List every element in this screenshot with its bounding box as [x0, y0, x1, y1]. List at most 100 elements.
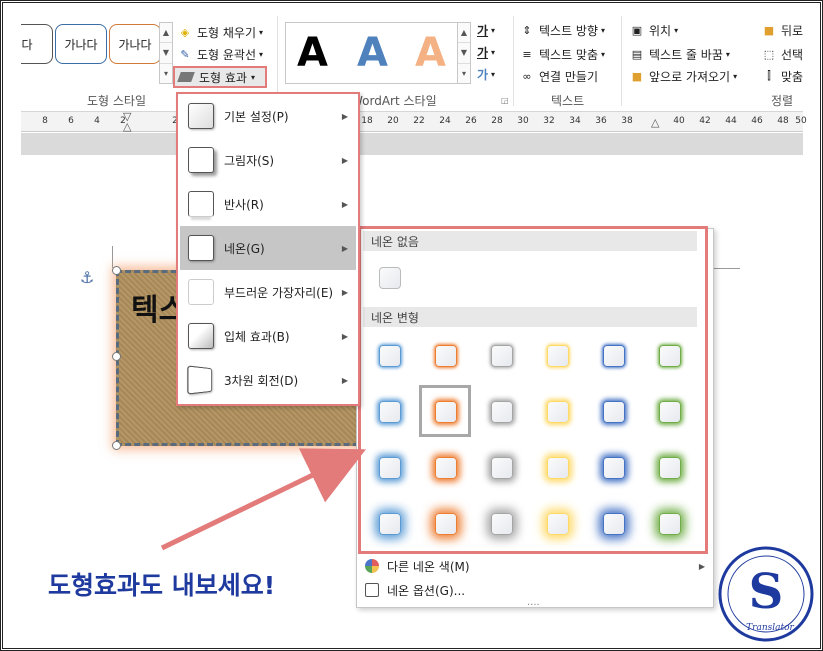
scroll-up-icon[interactable]: ▲: [160, 23, 172, 44]
glow-variation-swatch[interactable]: [659, 457, 681, 479]
glow-variation-swatch[interactable]: [435, 457, 457, 479]
submenu-arrow-icon: ▶: [341, 287, 348, 297]
glow-variation-swatch[interactable]: [547, 401, 569, 423]
menu-item-soft-edges[interactable]: 부드러운 가장자리(E) ▶: [180, 270, 356, 314]
bevel-thumb-icon: [188, 323, 214, 349]
no-glow-swatch[interactable]: [379, 267, 401, 289]
glow-variation-swatch[interactable]: [379, 401, 401, 423]
horizontal-ruler[interactable]: 8 6 4 2 ▽ △ 2 18 20 22 24 26 28 30 32 34 …: [21, 111, 807, 132]
glow-variation-swatch[interactable]: [659, 401, 681, 423]
menu-item-3d-rotation[interactable]: 3차원 회전(D) ▶: [180, 358, 356, 402]
align-text-icon: ≡: [522, 47, 532, 61]
glow-variation-swatch[interactable]: [603, 513, 625, 535]
bring-forward-button[interactable]: ■ 앞으로 가져오기 ▾: [629, 66, 737, 86]
submenu-arrow-icon: ▶: [341, 243, 348, 253]
gallery-expand-icon[interactable]: ▾: [160, 64, 172, 83]
submenu-arrow-icon: ▶: [341, 155, 348, 165]
shape-style-preset[interactable]: 가나다: [109, 24, 161, 64]
submenu-arrow-icon: ▶: [341, 199, 348, 209]
glow-variation-swatch[interactable]: [659, 513, 681, 535]
shape-style-preset[interactable]: 다: [21, 24, 53, 64]
resize-grip[interactable]: ....: [527, 597, 540, 608]
glow-variation-swatch[interactable]: [491, 513, 513, 535]
resize-handle[interactable]: [112, 352, 121, 361]
3d-rotation-thumb-icon: [187, 365, 212, 395]
glow-variation-swatch[interactable]: [491, 457, 513, 479]
text-fill-button[interactable]: 가 ▾: [477, 20, 495, 40]
svg-text:S: S: [749, 564, 784, 620]
selection-icon: ⬚: [763, 47, 775, 61]
right-indent-icon[interactable]: △: [651, 116, 659, 129]
shape-fill-button[interactable]: ◈ 도형 채우기 ▾: [177, 22, 263, 42]
glow-variation-swatch[interactable]: [435, 345, 457, 367]
text-direction-icon: ⇕: [522, 23, 532, 37]
callout-text: 도형효과도 내보세요!: [48, 571, 276, 600]
align-button[interactable]: ⫿ 맞춤: [761, 66, 803, 86]
glow-variation-swatch[interactable]: [603, 401, 625, 423]
gallery-expand-icon[interactable]: ▾: [458, 64, 470, 83]
dialog-launcher-icon[interactable]: ◲: [501, 96, 509, 105]
glow-variation-swatch[interactable]: [435, 513, 457, 535]
menu-item-glow[interactable]: 네온(G) ▶: [180, 226, 356, 270]
scroll-up-icon[interactable]: ▲: [458, 23, 470, 44]
send-backward-button[interactable]: ■ 뒤로: [761, 20, 803, 40]
glow-options-item[interactable]: 네온 옵션(G)...: [365, 579, 465, 601]
text-effects-button[interactable]: 가 ▾: [477, 64, 495, 84]
resize-handle[interactable]: [112, 266, 121, 275]
glow-variations-header: 네온 변형: [363, 307, 697, 327]
soft-edges-thumb-icon: [188, 279, 214, 305]
submenu-arrow-icon: ▶: [341, 375, 348, 385]
menu-item-preset[interactable]: 기본 설정(P) ▶: [180, 94, 356, 138]
selection-pane-button[interactable]: ⬚ 선택: [761, 44, 803, 64]
submenu-arrow-icon: ▶: [341, 331, 348, 341]
more-glow-colors-item[interactable]: 다른 네온 색(M) ▶: [365, 555, 705, 577]
svg-text:Translator: Translator: [746, 623, 794, 633]
glow-variation-swatch[interactable]: [547, 345, 569, 367]
indent-marker-icon[interactable]: ▽ △: [123, 111, 131, 132]
wrap-text-button[interactable]: ▤ 텍스트 줄 바꿈 ▾: [629, 44, 730, 64]
translator-logo: S Translator: [718, 546, 814, 642]
align-text-button[interactable]: ≡ 텍스트 맞춤 ▾: [519, 44, 605, 64]
send-backward-icon: ■: [763, 23, 775, 37]
shape-outline-button[interactable]: ✎ 도형 윤곽선 ▾: [177, 44, 263, 64]
scroll-down-icon[interactable]: ▼: [458, 43, 470, 64]
text-outline-button[interactable]: 가 ▾: [477, 42, 495, 62]
glow-variation-swatch[interactable]: [603, 457, 625, 479]
shape-style-gallery-scroll[interactable]: ▲ ▼ ▾: [159, 22, 173, 84]
shadow-thumb-icon: [188, 147, 214, 173]
shape-effects-icon: [177, 72, 195, 82]
glow-variation-swatch[interactable]: [491, 401, 513, 423]
glow-variation-swatch[interactable]: [379, 345, 401, 367]
pencil-icon: ✎: [180, 47, 190, 61]
glow-variation-swatch[interactable]: [547, 457, 569, 479]
glow-variation-swatch[interactable]: [379, 457, 401, 479]
shape-styles-group-label: 도형 스타일: [87, 94, 147, 108]
menu-item-reflection[interactable]: 반사(R) ▶: [180, 182, 356, 226]
shape-effects-menu: 기본 설정(P) ▶ 그림자(S) ▶ 반사(R) ▶ 네온(G) ▶ 부드러운…: [176, 92, 360, 406]
menu-item-shadow[interactable]: 그림자(S) ▶: [180, 138, 356, 182]
wrap-text-icon: ▤: [631, 47, 643, 61]
shape-style-preset[interactable]: 가나다: [55, 24, 107, 64]
wordart-preset[interactable]: A: [415, 30, 446, 76]
text-direction-button[interactable]: ⇕ 텍스트 방향 ▾: [519, 20, 605, 40]
resize-handle[interactable]: [112, 441, 121, 450]
glow-variation-swatch[interactable]: [603, 345, 625, 367]
position-button[interactable]: ▣ 위치 ▾: [629, 20, 678, 40]
glow-variation-swatch[interactable]: [659, 345, 681, 367]
wordart-preset[interactable]: A: [357, 30, 388, 76]
shape-effects-button[interactable]: 도형 효과 ▾: [173, 66, 267, 88]
checkbox-icon: [365, 583, 379, 597]
scroll-down-icon[interactable]: ▼: [160, 43, 172, 64]
arrange-group-label: 정렬: [771, 94, 794, 108]
wordart-preset[interactable]: A: [297, 30, 328, 76]
create-link-button[interactable]: ∞ 연결 만들기: [519, 66, 598, 86]
preset-thumb-icon: [188, 103, 214, 129]
glow-variation-swatch[interactable]: [547, 513, 569, 535]
glow-variation-swatch[interactable]: [379, 513, 401, 535]
selected-glow-outline: [419, 385, 471, 437]
ribbon: 다 가나다 가나다 ▲ ▼ ▾ ◈ 도형 채우기 ▾ ✎ 도형 윤곽선 ▾ 도형 스…: [21, 8, 803, 112]
wordart-gallery-scroll[interactable]: ▲ ▼ ▾: [457, 22, 471, 84]
menu-item-bevel[interactable]: 입체 효과(B) ▶: [180, 314, 356, 358]
reflection-thumb-icon: [188, 191, 214, 217]
glow-variation-swatch[interactable]: [491, 345, 513, 367]
